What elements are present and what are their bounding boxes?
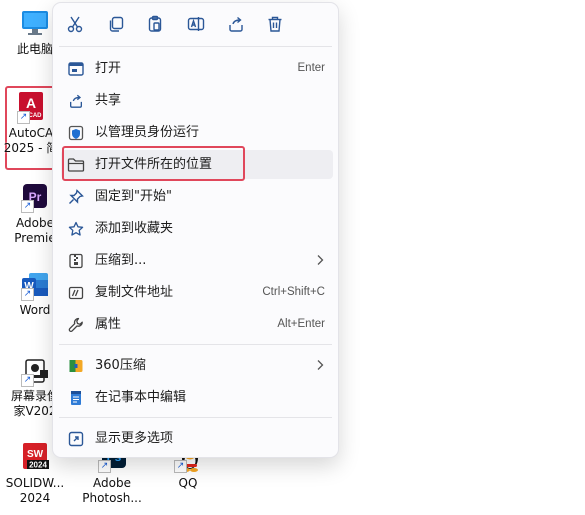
menu-item-label: 360压缩 xyxy=(95,358,146,373)
menu-item-copy-as-path[interactable]: 复制文件地址 Ctrl+Shift+C xyxy=(61,278,333,307)
svg-text:A: A xyxy=(26,95,36,111)
context-menu: 打开 Enter 共享 以管理员身份运行 打开文件所在的位置 固定到"开始" 添… xyxy=(52,2,339,458)
menu-item-label: 添加到收藏夹 xyxy=(95,221,174,236)
chevron-right-icon xyxy=(315,359,325,371)
menu-item-label: 复制文件地址 xyxy=(95,285,174,300)
archive-360-icon xyxy=(67,357,85,375)
menu-item-360-compress[interactable]: 360压缩 xyxy=(61,351,333,380)
menu-item-label: 打开 xyxy=(95,61,122,76)
menu-divider xyxy=(59,417,332,418)
menu-item-label: 在记事本中编辑 xyxy=(95,390,187,405)
copy-path-icon xyxy=(67,284,85,302)
menu-item-share[interactable]: 共享 xyxy=(61,86,333,115)
shortcut-arrow-icon: ↗ xyxy=(174,460,187,473)
open-window-icon xyxy=(67,60,85,78)
word-icon: W ↗ xyxy=(20,270,50,301)
menu-item-edit-in-notepad[interactable]: 在记事本中编辑 xyxy=(61,383,333,412)
menu-item-label: 共享 xyxy=(95,93,122,108)
desktop-label-solidworks: SOLIDW... 2024 xyxy=(5,476,65,505)
shortcut-arrow-icon: ↗ xyxy=(21,374,34,387)
pin-icon xyxy=(67,188,85,206)
menu-item-label: 属性 xyxy=(95,317,122,332)
share-icon xyxy=(67,92,85,110)
desktop-label-photoshop: Adobe Photosh... xyxy=(82,476,142,505)
rename-icon xyxy=(187,15,205,33)
menu-item-open[interactable]: 打开 Enter xyxy=(61,54,333,83)
premiere-icon: Pr ↗ xyxy=(20,182,50,213)
menu-item-label: 固定到"开始" xyxy=(95,189,172,204)
menu-item-label: 显示更多选项 xyxy=(95,431,174,446)
context-menu-toolbar xyxy=(53,3,338,45)
menu-divider xyxy=(59,344,332,345)
menu-item-shortcut: Enter xyxy=(297,62,326,74)
svg-text:SW: SW xyxy=(27,449,44,460)
cut-icon xyxy=(66,15,84,33)
share-icon xyxy=(227,15,245,33)
menu-divider xyxy=(59,46,332,47)
paste-icon xyxy=(146,15,164,33)
share-button[interactable] xyxy=(224,12,248,36)
delete-icon xyxy=(266,15,284,33)
open-file-location-highlight xyxy=(62,146,245,181)
notepad-icon xyxy=(67,389,85,407)
solidworks-icon: SW 2024 xyxy=(19,442,51,474)
copy-button[interactable] xyxy=(104,12,128,36)
cut-button[interactable] xyxy=(63,12,87,36)
zip-file-icon xyxy=(67,252,85,270)
menu-item-show-more-options[interactable]: 显示更多选项 xyxy=(61,424,333,453)
monitor-icon xyxy=(20,8,50,38)
copy-icon xyxy=(107,15,125,33)
shortcut-arrow-icon: ↗ xyxy=(98,460,111,473)
svg-text:CAD: CAD xyxy=(29,113,43,119)
autocad-icon: A CAD ↗ xyxy=(16,91,46,124)
film-reel-icon: ↗ xyxy=(20,356,50,387)
menu-item-run-as-admin[interactable]: 以管理员身份运行 xyxy=(61,118,333,147)
menu-item-shortcut: Alt+Enter xyxy=(277,318,325,330)
star-icon xyxy=(67,220,85,238)
more-options-icon xyxy=(67,430,85,448)
rename-button[interactable] xyxy=(184,12,208,36)
shortcut-arrow-icon: ↗ xyxy=(21,288,34,301)
paste-button[interactable] xyxy=(143,12,167,36)
menu-item-pin-to-start[interactable]: 固定到"开始" xyxy=(61,182,333,211)
menu-item-add-to-favorites[interactable]: 添加到收藏夹 xyxy=(61,214,333,243)
shortcut-arrow-icon: ↗ xyxy=(21,200,34,213)
wrench-icon xyxy=(67,316,85,334)
svg-text:2024: 2024 xyxy=(29,461,47,470)
menu-item-label: 以管理员身份运行 xyxy=(95,125,200,140)
chevron-right-icon xyxy=(315,254,325,266)
admin-shield-icon xyxy=(67,124,85,142)
shortcut-arrow-icon: ↗ xyxy=(17,111,30,124)
delete-button[interactable] xyxy=(263,12,287,36)
menu-item-shortcut: Ctrl+Shift+C xyxy=(262,286,325,298)
menu-item-properties[interactable]: 属性 Alt+Enter xyxy=(61,310,333,339)
menu-item-compress-to[interactable]: 压缩到... xyxy=(61,246,333,275)
menu-item-label: 压缩到... xyxy=(95,253,147,268)
desktop-label-qq: QQ xyxy=(178,476,198,490)
